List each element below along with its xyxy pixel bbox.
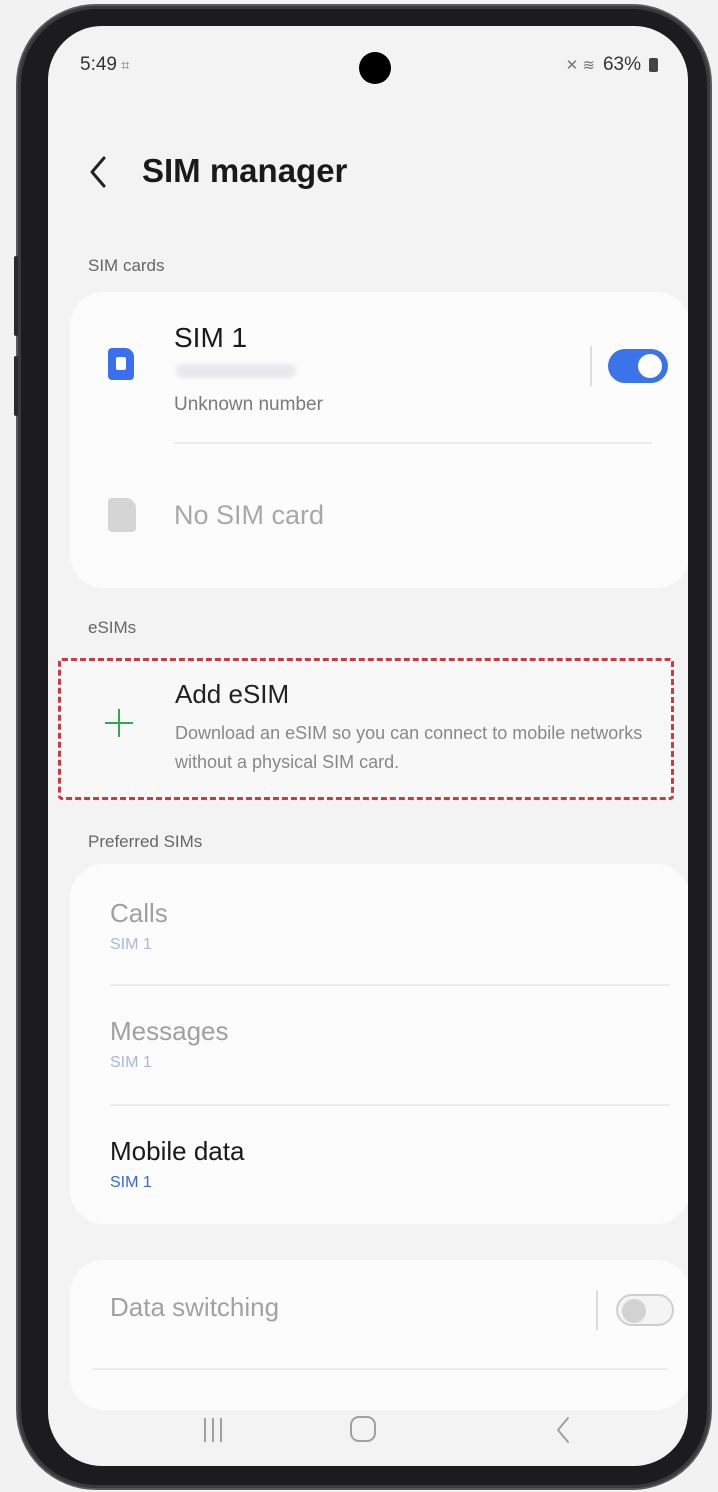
volume-button bbox=[14, 256, 18, 336]
no-sim-label: No SIM card bbox=[174, 500, 325, 530]
status-notification-icon: ⌗ bbox=[120, 57, 130, 74]
preferred-sims-card: Calls SIM 1 Messages SIM 1 Mobile data S… bbox=[70, 864, 688, 1224]
battery-icon bbox=[649, 58, 658, 72]
mobile-data-value: SIM 1 bbox=[110, 1174, 152, 1191]
app-header: SIM manager bbox=[48, 144, 688, 204]
status-time: 5:49 ⌗ bbox=[80, 54, 130, 75]
messages-title: Messages bbox=[110, 1016, 229, 1046]
battery-level: 63% bbox=[602, 54, 641, 75]
section-label-sim-cards: SIM cards bbox=[88, 256, 165, 275]
recent-apps-icon[interactable] bbox=[198, 1418, 228, 1442]
navigation-bar bbox=[48, 1396, 688, 1466]
add-esim-button[interactable]: Add eSIM Download an eSIM so you can con… bbox=[58, 658, 674, 800]
front-camera bbox=[359, 52, 391, 84]
sim1-toggle[interactable] bbox=[608, 349, 668, 383]
section-label-preferred-sims: Preferred SIMs bbox=[88, 832, 203, 851]
sim-cards-card: SIM 1 Unknown number No SIM card bbox=[70, 292, 688, 588]
back-button[interactable] bbox=[78, 150, 118, 194]
divider bbox=[590, 346, 592, 386]
toggle-knob bbox=[638, 354, 662, 378]
data-switching-toggle[interactable] bbox=[616, 1294, 674, 1326]
screen: 5:49 ⌗ ✕ ≋ 63% SIM manager SIM cards SIM … bbox=[48, 26, 688, 1466]
preferred-mobile-data-row[interactable]: Mobile data SIM 1 bbox=[70, 1106, 688, 1224]
preferred-calls-row: Calls SIM 1 bbox=[70, 864, 688, 984]
divider bbox=[596, 1290, 598, 1330]
add-esim-description: Download an eSIM so you can connect to m… bbox=[175, 723, 643, 772]
section-label-esims: eSIMs bbox=[88, 618, 137, 637]
data-switching-label: Data switching bbox=[110, 1292, 280, 1322]
row-divider bbox=[92, 1368, 668, 1370]
sim-card-icon bbox=[108, 348, 134, 380]
sim1-subtitle: Unknown number bbox=[174, 394, 323, 415]
calls-title: Calls bbox=[110, 898, 168, 928]
sim-card-empty-icon bbox=[108, 498, 136, 532]
add-esim-title: Add eSIM bbox=[175, 679, 290, 709]
messages-value: SIM 1 bbox=[110, 1054, 152, 1071]
calls-value: SIM 1 bbox=[110, 936, 152, 953]
preferred-messages-row: Messages SIM 1 bbox=[70, 986, 688, 1104]
power-button bbox=[14, 356, 18, 416]
back-icon[interactable] bbox=[550, 1414, 576, 1446]
signal-icons: ✕ ≋ bbox=[565, 57, 595, 74]
back-chevron-icon bbox=[90, 156, 106, 188]
sim1-row[interactable]: SIM 1 Unknown number bbox=[70, 292, 688, 442]
sim1-name: SIM 1 bbox=[174, 322, 248, 353]
status-right: ✕ ≋ 63% bbox=[566, 54, 658, 76]
toggle-knob bbox=[622, 1299, 646, 1323]
sim2-row: No SIM card bbox=[70, 444, 688, 588]
status-bar: 5:49 ⌗ ✕ ≋ 63% bbox=[48, 26, 688, 90]
data-switching-card: Data switching bbox=[70, 1260, 688, 1410]
page-title: SIM manager bbox=[142, 152, 348, 189]
home-icon[interactable] bbox=[350, 1416, 376, 1442]
sim1-number-redacted bbox=[176, 364, 296, 378]
mobile-data-title: Mobile data bbox=[110, 1136, 245, 1166]
plus-icon bbox=[99, 703, 139, 743]
